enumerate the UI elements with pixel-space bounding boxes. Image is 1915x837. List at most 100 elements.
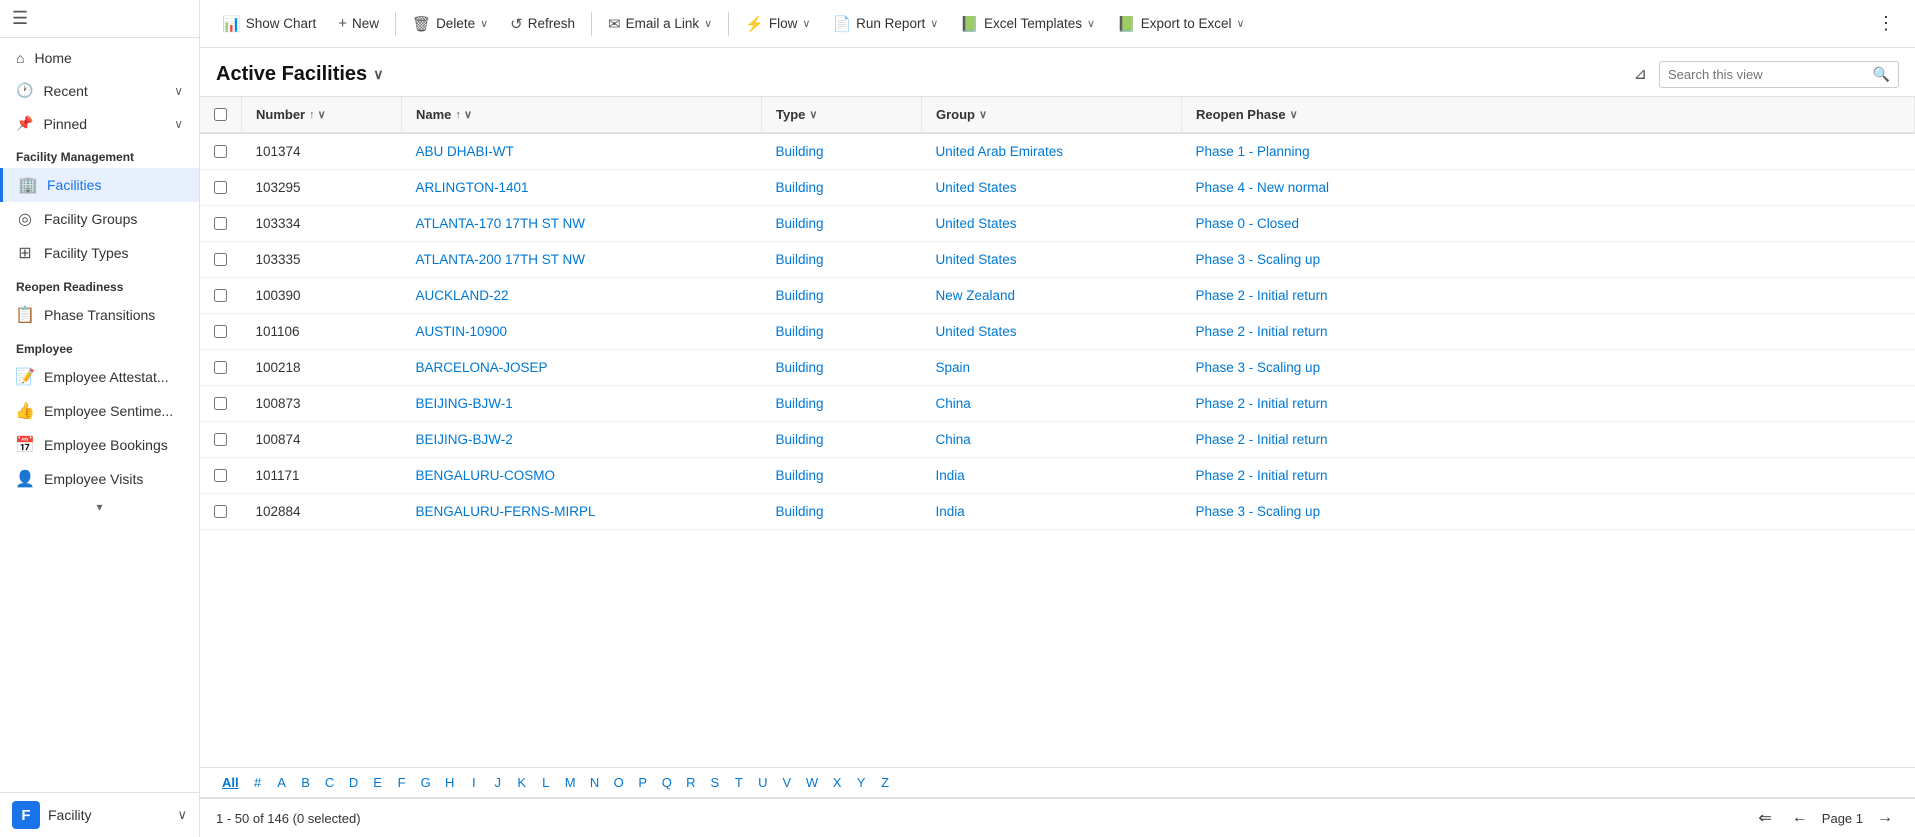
alpha-btn-e[interactable]: E	[367, 772, 389, 793]
row-name[interactable]: ARLINGTON-1401	[402, 170, 762, 206]
alpha-btn-i[interactable]: I	[463, 772, 485, 793]
refresh-button[interactable]: ↺ Refresh	[500, 10, 585, 38]
run-report-button[interactable]: 📄 Run Report ∨	[822, 10, 948, 38]
alpha-btn-n[interactable]: N	[584, 772, 606, 793]
row-phase[interactable]: Phase 2 - Initial return	[1182, 278, 1915, 314]
row-group[interactable]: New Zealand	[922, 278, 1182, 314]
row-checkbox[interactable]	[214, 397, 227, 410]
search-icon[interactable]: 🔍	[1873, 66, 1890, 83]
alpha-btn-#[interactable]: #	[247, 772, 269, 793]
alpha-btn-v[interactable]: V	[776, 772, 798, 793]
row-name[interactable]: BEIJING-BJW-2	[402, 422, 762, 458]
email-link-button[interactable]: ✉ Email a Link ∨	[598, 10, 722, 38]
hamburger-icon[interactable]: ☰	[12, 8, 28, 29]
sidebar-item-facilities[interactable]: 🏢 Facilities	[0, 168, 199, 202]
alpha-btn-y[interactable]: Y	[850, 772, 872, 793]
row-phase[interactable]: Phase 0 - Closed	[1182, 206, 1915, 242]
filter-icon[interactable]: ⊿	[1630, 60, 1651, 88]
row-phase[interactable]: Phase 3 - Scaling up	[1182, 350, 1915, 386]
row-type[interactable]: Building	[762, 458, 922, 494]
select-all-checkbox[interactable]	[214, 108, 227, 121]
row-phase[interactable]: Phase 3 - Scaling up	[1182, 494, 1915, 530]
export-excel-button[interactable]: 📗 Export to Excel ∨	[1107, 10, 1255, 38]
row-phase[interactable]: Phase 2 - Initial return	[1182, 458, 1915, 494]
prev-page-btn[interactable]: ←	[1786, 806, 1814, 830]
row-type[interactable]: Building	[762, 422, 922, 458]
row-phase[interactable]: Phase 1 - Planning	[1182, 133, 1915, 170]
row-checkbox[interactable]	[214, 505, 227, 518]
row-type[interactable]: Building	[762, 242, 922, 278]
row-checkbox[interactable]	[214, 361, 227, 374]
show-chart-button[interactable]: 📊 Show Chart	[212, 10, 326, 38]
alpha-btn-s[interactable]: S	[704, 772, 726, 793]
row-type[interactable]: Building	[762, 133, 922, 170]
col-number-sort-icon[interactable]: ↑ ∨	[309, 108, 326, 121]
row-group[interactable]: United Arab Emirates	[922, 133, 1182, 170]
sidebar-item-home[interactable]: ⌂ Home	[0, 42, 199, 74]
sidebar-item-facility-groups[interactable]: ◎ Facility Groups	[0, 202, 199, 236]
excel-templates-dropdown-icon[interactable]: ∨	[1087, 17, 1095, 30]
alpha-btn-u[interactable]: U	[752, 772, 774, 793]
row-phase[interactable]: Phase 4 - New normal	[1182, 170, 1915, 206]
row-checkbox[interactable]	[214, 253, 227, 266]
alpha-btn-b[interactable]: B	[295, 772, 317, 793]
row-checkbox[interactable]	[214, 289, 227, 302]
sidebar-scroll-down[interactable]: ▾	[0, 496, 199, 518]
delete-dropdown-icon[interactable]: ∨	[480, 17, 488, 30]
excel-templates-button[interactable]: 📗 Excel Templates ∨	[950, 10, 1105, 38]
row-name[interactable]: BENGALURU-FERNS-MIRPL	[402, 494, 762, 530]
row-group[interactable]: United States	[922, 242, 1182, 278]
alpha-btn-k[interactable]: K	[511, 772, 533, 793]
row-checkbox[interactable]	[214, 433, 227, 446]
alpha-btn-a[interactable]: A	[271, 772, 293, 793]
alpha-btn-h[interactable]: H	[439, 772, 461, 793]
row-checkbox[interactable]	[214, 469, 227, 482]
row-group[interactable]: China	[922, 422, 1182, 458]
sidebar-item-pinned[interactable]: 📌 Pinned ∨	[0, 107, 199, 140]
row-type[interactable]: Building	[762, 314, 922, 350]
row-group[interactable]: United States	[922, 170, 1182, 206]
sidebar-bottom-chevron[interactable]: ∨	[177, 807, 187, 823]
row-group[interactable]: China	[922, 386, 1182, 422]
row-group[interactable]: United States	[922, 314, 1182, 350]
col-reopen-sort-icon[interactable]: ∨	[1290, 108, 1298, 121]
row-checkbox[interactable]	[214, 325, 227, 338]
toolbar-more-button[interactable]: ⋮	[1869, 9, 1903, 38]
alpha-btn-l[interactable]: L	[535, 772, 557, 793]
col-name-sort-icon[interactable]: ↑ ∨	[455, 108, 472, 121]
row-name[interactable]: ABU DHABI-WT	[402, 133, 762, 170]
row-group[interactable]: India	[922, 494, 1182, 530]
search-input[interactable]	[1668, 67, 1867, 82]
delete-button[interactable]: 🗑 Delete ∨	[402, 10, 498, 38]
row-name[interactable]: AUCKLAND-22	[402, 278, 762, 314]
new-button[interactable]: + New	[328, 10, 389, 37]
row-group[interactable]: Spain	[922, 350, 1182, 386]
alpha-btn-d[interactable]: D	[343, 772, 365, 793]
row-phase[interactable]: Phase 2 - Initial return	[1182, 314, 1915, 350]
alpha-btn-c[interactable]: C	[319, 772, 341, 793]
row-name[interactable]: BENGALURU-COSMO	[402, 458, 762, 494]
sidebar-item-employee-bookings[interactable]: 📅 Employee Bookings	[0, 428, 199, 462]
alpha-btn-t[interactable]: T	[728, 772, 750, 793]
view-title-chevron-icon[interactable]: ∨	[373, 66, 383, 83]
alpha-btn-g[interactable]: G	[415, 772, 437, 793]
first-page-btn[interactable]: ⇐	[1752, 805, 1777, 831]
alpha-btn-z[interactable]: Z	[874, 772, 896, 793]
sidebar-item-employee-visits[interactable]: 👤 Employee Visits	[0, 462, 199, 496]
alpha-btn-all[interactable]: All	[216, 772, 245, 793]
row-checkbox[interactable]	[214, 181, 227, 194]
flow-button[interactable]: ⚡ Flow ∨	[735, 10, 820, 38]
alpha-btn-m[interactable]: M	[559, 772, 582, 793]
row-name[interactable]: AUSTIN-10900	[402, 314, 762, 350]
col-type-sort-icon[interactable]: ∨	[809, 108, 817, 121]
sidebar-item-recent[interactable]: 🕐 Recent ∨	[0, 74, 199, 107]
run-report-dropdown-icon[interactable]: ∨	[930, 17, 938, 30]
row-checkbox[interactable]	[214, 217, 227, 230]
row-name[interactable]: BEIJING-BJW-1	[402, 386, 762, 422]
row-phase[interactable]: Phase 3 - Scaling up	[1182, 242, 1915, 278]
row-type[interactable]: Building	[762, 170, 922, 206]
alpha-btn-q[interactable]: Q	[656, 772, 678, 793]
row-checkbox[interactable]	[214, 145, 227, 158]
alpha-btn-j[interactable]: J	[487, 772, 509, 793]
next-page-btn[interactable]: →	[1871, 806, 1899, 830]
